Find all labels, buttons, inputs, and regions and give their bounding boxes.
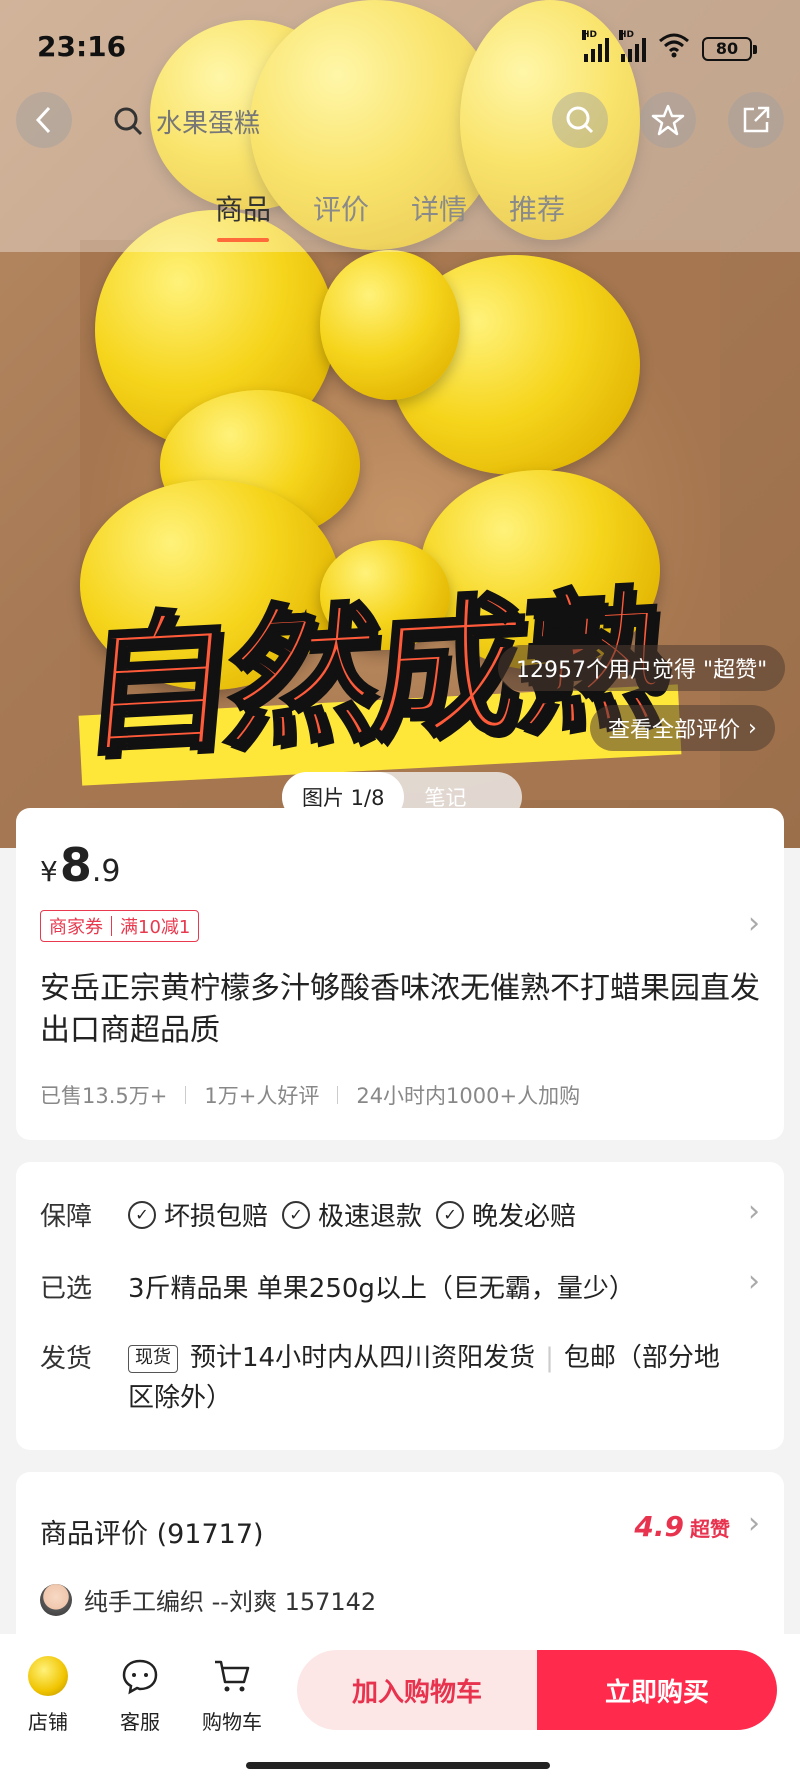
check-circle-icon: ✓	[282, 1200, 311, 1229]
coupon-value: 满10减1	[120, 917, 191, 938]
signal-icon: HD	[619, 29, 646, 62]
guarantee-item: 晚发必赔	[472, 1202, 577, 1232]
search-icon	[566, 106, 594, 134]
search-bar[interactable]: 水果蛋糕	[90, 90, 520, 152]
selected-label: 已选	[40, 1274, 93, 1304]
share-icon	[743, 106, 770, 133]
tab-details[interactable]: 详情	[411, 188, 467, 228]
guarantee-row[interactable]: 保障 ✓ 坏损包赔 ✓ 极速退款 ✓ 晚发必赔	[40, 1196, 590, 1233]
price-decimal: .9	[91, 854, 121, 889]
chevron-left-icon	[35, 106, 51, 134]
service-label: 客服	[120, 1710, 160, 1734]
guarantee-item: 坏损包赔	[164, 1202, 269, 1232]
price-integer: 8	[59, 838, 92, 892]
status-time: 23:16	[37, 30, 127, 63]
chat-icon	[118, 1654, 162, 1698]
avatar	[40, 1583, 72, 1616]
rating-score: 4.9	[634, 1510, 684, 1543]
sold-count: 已售13.5万+	[40, 1084, 168, 1108]
customer-service-button[interactable]: 客服	[100, 1654, 180, 1735]
search-button[interactable]	[552, 92, 608, 148]
guarantee-item: 极速退款	[318, 1202, 423, 1232]
star-icon	[651, 104, 685, 136]
shipping-value: 预计14小时内从四川资阳发货	[190, 1343, 536, 1373]
reviewer: 纯手工编织 --刘爽 157142	[40, 1582, 376, 1617]
selected-spec-row[interactable]: 已选 3斤精品果 单果250g以上（巨无霸，量少）	[40, 1268, 635, 1305]
search-icon	[114, 107, 143, 136]
price-symbol: ¥	[40, 855, 58, 888]
favorite-button[interactable]	[640, 92, 696, 148]
shop-label: 店铺	[28, 1710, 68, 1734]
share-button[interactable]	[728, 92, 784, 148]
reviewer-name: 纯手工编织 --刘爽 157142	[84, 1588, 377, 1616]
coupon-badge[interactable]: 商家券 满10减1	[40, 910, 200, 942]
in-stock-tag: 现货	[128, 1344, 178, 1373]
selected-value: 3斤精品果 单果250g以上（巨无霸，量少）	[128, 1274, 635, 1304]
status-bar: 23:16 HD HD 80	[0, 0, 800, 90]
shipping-label: 发货	[40, 1344, 93, 1374]
shop-button[interactable]: 店铺	[8, 1654, 88, 1735]
add-cart-count: 24小时内1000+人加购	[356, 1084, 581, 1108]
tab-product[interactable]: 商品	[215, 188, 271, 242]
product-info-card: ¥ 8 .9 商家券 满10减1 › 安岳正宗黄柠檬多汁够酸香味浓无催熟不打蜡果…	[16, 808, 784, 1140]
chevron-right-icon[interactable]: ›	[748, 1264, 760, 1299]
check-circle-icon: ✓	[436, 1200, 465, 1229]
praise-text: 12957个用户觉得 "超赞"	[516, 658, 768, 683]
back-button[interactable]	[16, 92, 72, 148]
shop-icon	[26, 1654, 70, 1698]
lemon	[320, 250, 460, 400]
search-input[interactable]: 水果蛋糕	[156, 103, 260, 140]
sales-stats: 已售13.5万+ 1万+人好评 24小时内1000+人加购	[40, 1080, 580, 1110]
tab-recommend[interactable]: 推荐	[509, 188, 565, 228]
add-to-cart-button[interactable]: 加入购物车	[297, 1650, 537, 1730]
tab-reviews[interactable]: 评价	[313, 188, 369, 228]
wifi-icon	[658, 32, 690, 65]
buy-now-button[interactable]: 立即购买	[537, 1650, 777, 1730]
coupon-label: 商家券	[49, 917, 103, 938]
reviews-title: 商品评价 (91717)	[40, 1519, 264, 1550]
battery-icon: 80	[702, 36, 757, 61]
chevron-right-icon[interactable]: ›	[748, 1506, 760, 1541]
shipping-row: 发货 现货 预计14小时内从四川资阳发货 | 包邮（部分地区除外）	[40, 1338, 720, 1418]
product-title: 安岳正宗黄柠檬多汁够酸香味浓无催熟不打蜡果园直发出口商超品质	[40, 971, 760, 1048]
guarantee-label: 保障	[40, 1202, 93, 1232]
rating-label: 超赞	[690, 1517, 730, 1541]
cart-button[interactable]: 购物车	[192, 1654, 272, 1735]
rating: 4.9 超赞	[634, 1510, 730, 1543]
cart-label: 购物车	[202, 1710, 262, 1734]
praise-pill[interactable]: 12957个用户觉得 "超赞"	[498, 645, 786, 691]
service-card: 保障 ✓ 坏损包赔 ✓ 极速退款 ✓ 晚发必赔 › 已选 3斤精品果 单果250g以上…	[16, 1162, 784, 1450]
chevron-right-icon[interactable]: ›	[748, 906, 760, 941]
cart-icon	[210, 1654, 254, 1698]
section-tabs: 商品 评价 详情 推荐	[215, 188, 565, 242]
all-reviews-pill[interactable]: 查看全部评价 ›	[590, 705, 775, 751]
all-reviews-text: 查看全部评价	[608, 718, 741, 743]
chevron-right-icon[interactable]: ›	[748, 1194, 760, 1229]
good-review-count: 1万+人好评	[204, 1084, 320, 1108]
check-circle-icon: ✓	[128, 1200, 156, 1229]
bottom-action-bar: 店铺 客服 购物车 加入购物车 立即购买	[0, 1634, 800, 1780]
price: ¥ 8 .9	[40, 838, 120, 892]
signal-icon: HD	[582, 29, 609, 62]
chevron-right-icon: ›	[748, 715, 757, 741]
home-indicator[interactable]	[246, 1762, 550, 1769]
